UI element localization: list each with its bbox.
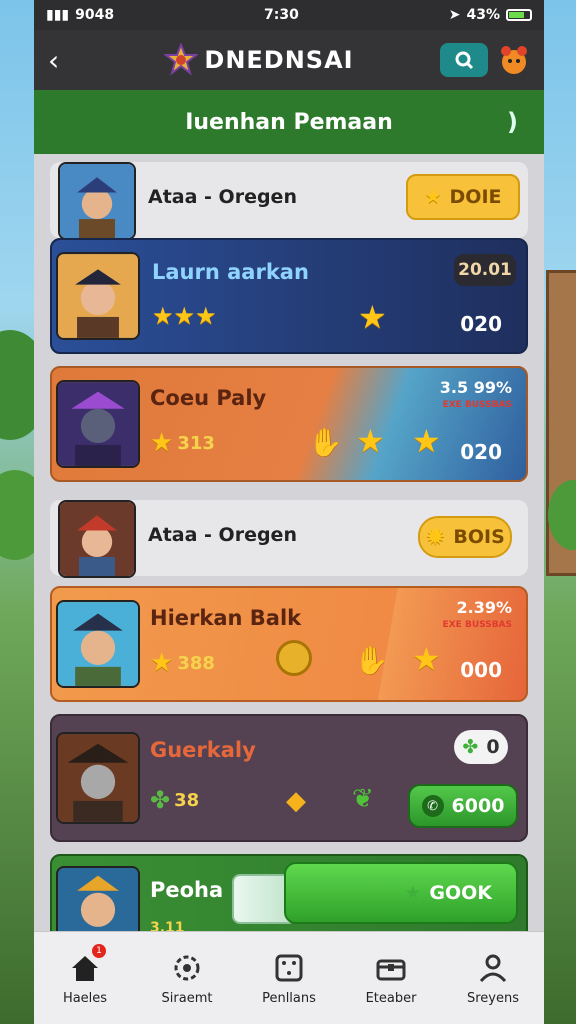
price: 3.5 99% [439,378,512,397]
battery-icon [505,9,532,21]
gear-icon [174,955,200,980]
phone-screen: ▮▮▮ 9048 7:30 ➤ 43% ‹ DNEDNSAI Iuenhan P… [34,0,544,1024]
star-icon: ★ [404,882,422,904]
player-name: Hierkan Balk [150,606,302,630]
pointing-hand-icon: ✋ [354,644,389,677]
star-icon: ★ [424,186,442,208]
score-badge: 20.01 [454,254,516,286]
lucky-badge[interactable]: ✤ 0 [454,730,508,764]
dice-icon [275,954,303,981]
chest-icon [376,959,406,980]
mascot-icon[interactable] [498,44,530,76]
buy-button[interactable]: ✆ 6000 [408,784,518,828]
list-item[interactable]: Laurn aarkan ★★★ ★ 20.01 020 [50,238,528,354]
player-name: Ataa - Oregen [148,524,297,546]
status-bar: ▮▮▮ 9048 7:30 ➤ 43% [34,0,544,30]
star-icon: ✹ [425,523,446,551]
pointing-hand-icon: ✋ [308,426,343,459]
player-name: Coeu Paly [150,386,267,410]
bottom-value: 020 [460,312,502,336]
star-icon: ★ [412,640,441,678]
avatar [56,252,140,340]
bottom-tab-bar: 1 Haeles Siraemt Penllans Eteaber Sreyen… [34,931,544,1024]
star-icon: ★ [356,422,385,460]
search-icon [455,51,474,70]
avatar [58,500,136,578]
gem-icon: ◆ [286,786,306,816]
list-item[interactable]: Ataa - Oregen ✹ BOIS [50,500,528,578]
player-name: Laurn aarkan [152,260,309,284]
star-icon: ★ [412,422,441,460]
price-subtitle: EXE BUSSBAS [442,620,512,630]
signal-text: 9048 [75,7,115,23]
rating-stars-icon: ★★★ [152,302,217,330]
star-icon: ★ [150,428,174,458]
rating: ✤ 38 [150,786,200,814]
game-logo-icon [164,43,199,76]
section-header: Iuenhan Pemaan ) [34,90,544,154]
bottom-value: 020 [460,440,502,464]
coin-stack-icon [276,640,312,676]
list-item[interactable]: Hierkan Balk ★ 388 ✋ ★ 2.39% EXE BUSSBAS… [50,586,528,702]
player-list: Ataa - Oregen ★ DOIE Laurn aarkan ★★★ ★ … [34,154,544,948]
player-name: Ataa - Oregen [148,186,297,208]
list-item[interactable]: Ataa - Oregen ★ DOIE [50,162,528,240]
rating: ★ 313 [150,428,215,458]
list-item[interactable]: Guerkaly ✤ 38 ◆ ❦ ✤ 0 ✆ 6000 [50,714,528,842]
rating: ★ 388 [150,648,215,678]
gold-badge-button[interactable]: ✹ BOIS [418,516,512,558]
brand: DNEDNSAI [164,43,353,77]
star-icon: ★ [150,648,174,678]
tab-chest[interactable]: Eteaber [340,932,442,1024]
search-button[interactable] [439,43,488,77]
player-name: Peoha [150,878,224,902]
clover-icon: ✤ [150,786,171,814]
star-icon: ★ [358,298,387,336]
clock: 7:30 [264,7,299,23]
bottom-value: 000 [460,658,502,682]
app-title: DNEDNSAI [204,46,354,74]
clover-icon: ✤ [462,736,479,758]
leaf-icon: ❦ [352,784,374,814]
price: 2.39% [456,598,512,617]
user-icon [479,954,507,982]
notification-badge: 1 [92,944,106,958]
tab-home[interactable]: 1 Haeles [34,932,136,1024]
avatar [56,380,140,468]
back-button[interactable]: ‹ [48,44,78,77]
location-icon: ➤ [448,7,461,23]
chevron-right-icon[interactable]: ) [507,108,518,136]
app-bar: ‹ DNEDNSAI [34,30,544,90]
avatar [56,600,140,688]
battery-percent: 43% [466,7,500,23]
avatar [58,162,136,240]
tab-settings[interactable]: Siraemt [136,932,238,1024]
tab-profile[interactable]: Sreyens [442,932,544,1024]
tab-dice[interactable]: Penllans [238,932,340,1024]
price-subtitle: EXE BUSSBAS [442,400,512,410]
list-item[interactable]: Coeu Paly ★ 313 ✋ ★ ★ 3.5 99% EXE BUSSBA… [50,366,528,482]
section-title: Iuenhan Pemaan [185,109,393,135]
upgrade-button[interactable]: ★ GOOK [284,862,518,924]
player-name: Guerkaly [150,738,256,762]
phone-icon: ✆ [421,795,444,817]
avatar [56,732,140,824]
gold-badge-button[interactable]: ★ DOIE [406,174,520,220]
signal-icon: ▮▮▮ [46,7,70,23]
